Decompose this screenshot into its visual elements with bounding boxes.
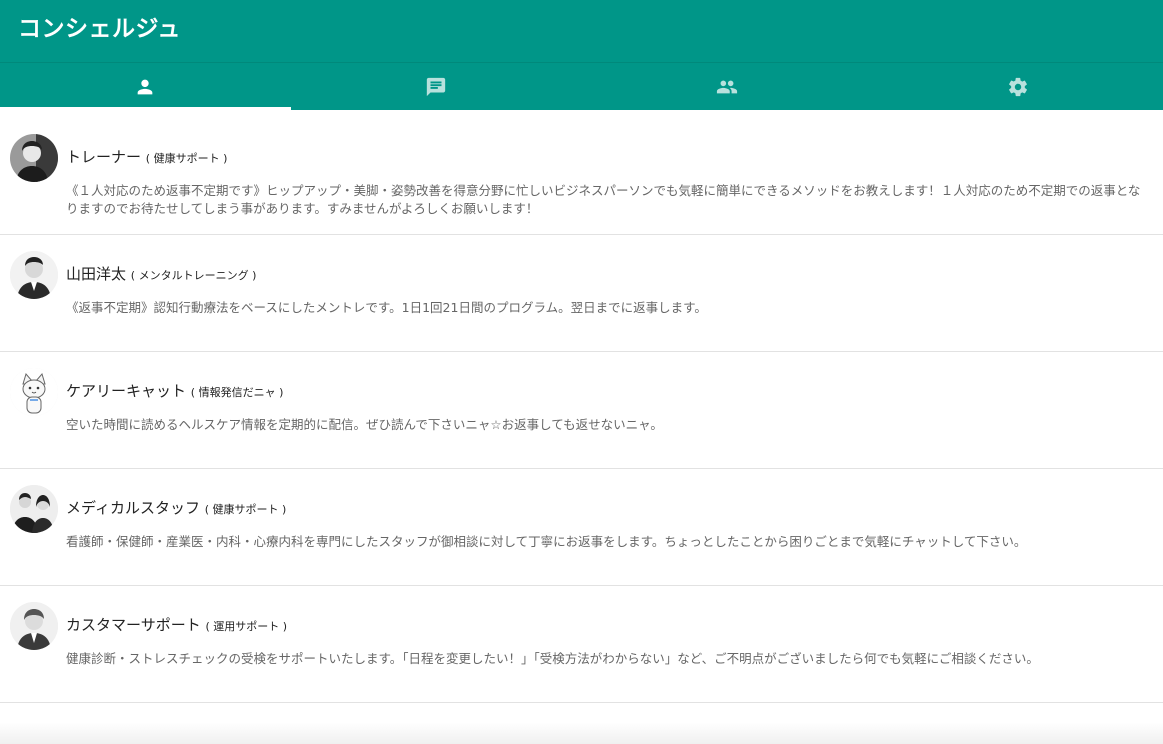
- gear-icon: [1007, 76, 1029, 98]
- concierge-name: ケアリーキャット ( 情報発信だニャ ): [66, 382, 284, 400]
- concierge-description: 空いた時間に読めるヘルスケア情報を定期的に配信。ぜひ読んで下さいニャ☆お返事して…: [66, 417, 663, 432]
- concierge-description: 《１人対応のため返事不定期です》ヒップアップ・美脚・姿勢改善を得意分野に忙しいビ…: [66, 183, 1141, 216]
- concierge-category: ( 健康サポート ): [204, 503, 287, 516]
- app-bar: コンシェルジュ: [0, 0, 1163, 110]
- medical-staff-avatar: [10, 485, 58, 533]
- app-title: コンシェルジュ: [18, 16, 181, 42]
- concierge-name: トレーナー ( 健康サポート ): [66, 148, 228, 166]
- list-item-cat[interactable]: ケアリーキャット ( 情報発信だニャ ) 空いた時間に読めるヘルスケア情報を定期…: [0, 352, 1163, 469]
- concierge-name: カスタマーサポート ( 運用サポート ): [66, 616, 288, 634]
- concierge-category: ( 健康サポート ): [145, 152, 228, 165]
- list-item-yamada[interactable]: 山田洋太 ( メンタルトレーニング ) 《返事不定期》認知行動療法をベースにした…: [0, 235, 1163, 352]
- bottom-shadow: [0, 722, 1163, 744]
- cat-avatar: [10, 368, 58, 416]
- chat-icon: [425, 76, 447, 98]
- list-item-customer-support[interactable]: カスタマーサポート ( 運用サポート ) 健康診断・ストレスチェックの受検をサポ…: [0, 586, 1163, 703]
- concierge-name: 山田洋太 ( メンタルトレーニング ): [66, 265, 257, 283]
- people-icon: [716, 76, 738, 98]
- tab-chat[interactable]: [291, 63, 582, 110]
- active-tab-indicator: [0, 107, 291, 110]
- concierge-name: メディカルスタッフ ( 健康サポート ): [66, 499, 287, 517]
- concierge-category: ( 情報発信だニャ ): [190, 386, 284, 399]
- tab-group[interactable]: [582, 63, 873, 110]
- concierge-description: 看護師・保健師・産業医・内科・心療内科を専門にしたスタッフが御相談に対して丁寧に…: [66, 534, 1027, 549]
- tab-settings[interactable]: [872, 63, 1163, 110]
- tab-concierge[interactable]: [0, 63, 291, 110]
- concierge-category: ( メンタルトレーニング ): [130, 269, 257, 282]
- support-avatar: [10, 602, 58, 650]
- concierge-description: 《返事不定期》認知行動療法をベースにしたメントレです。1日1回21日間のプログラ…: [66, 300, 707, 315]
- list-item-trainer[interactable]: トレーナー ( 健康サポート ) 《１人対応のため返事不定期です》ヒップアップ・…: [0, 118, 1163, 235]
- list-item-medical-staff[interactable]: メディカルスタッフ ( 健康サポート ) 看護師・保健師・産業医・内科・心療内科…: [0, 469, 1163, 586]
- trainer-avatar: [10, 134, 58, 182]
- concierge-category: ( 運用サポート ): [205, 620, 288, 633]
- tab-bar: [0, 62, 1163, 110]
- concierge-description: 健康診断・ストレスチェックの受検をサポートいたします。「日程を変更したい！」「受…: [66, 651, 1039, 666]
- person-icon: [134, 76, 156, 98]
- concierge-list: トレーナー ( 健康サポート ) 《１人対応のため返事不定期です》ヒップアップ・…: [0, 118, 1163, 703]
- yamada-avatar: [10, 251, 58, 299]
